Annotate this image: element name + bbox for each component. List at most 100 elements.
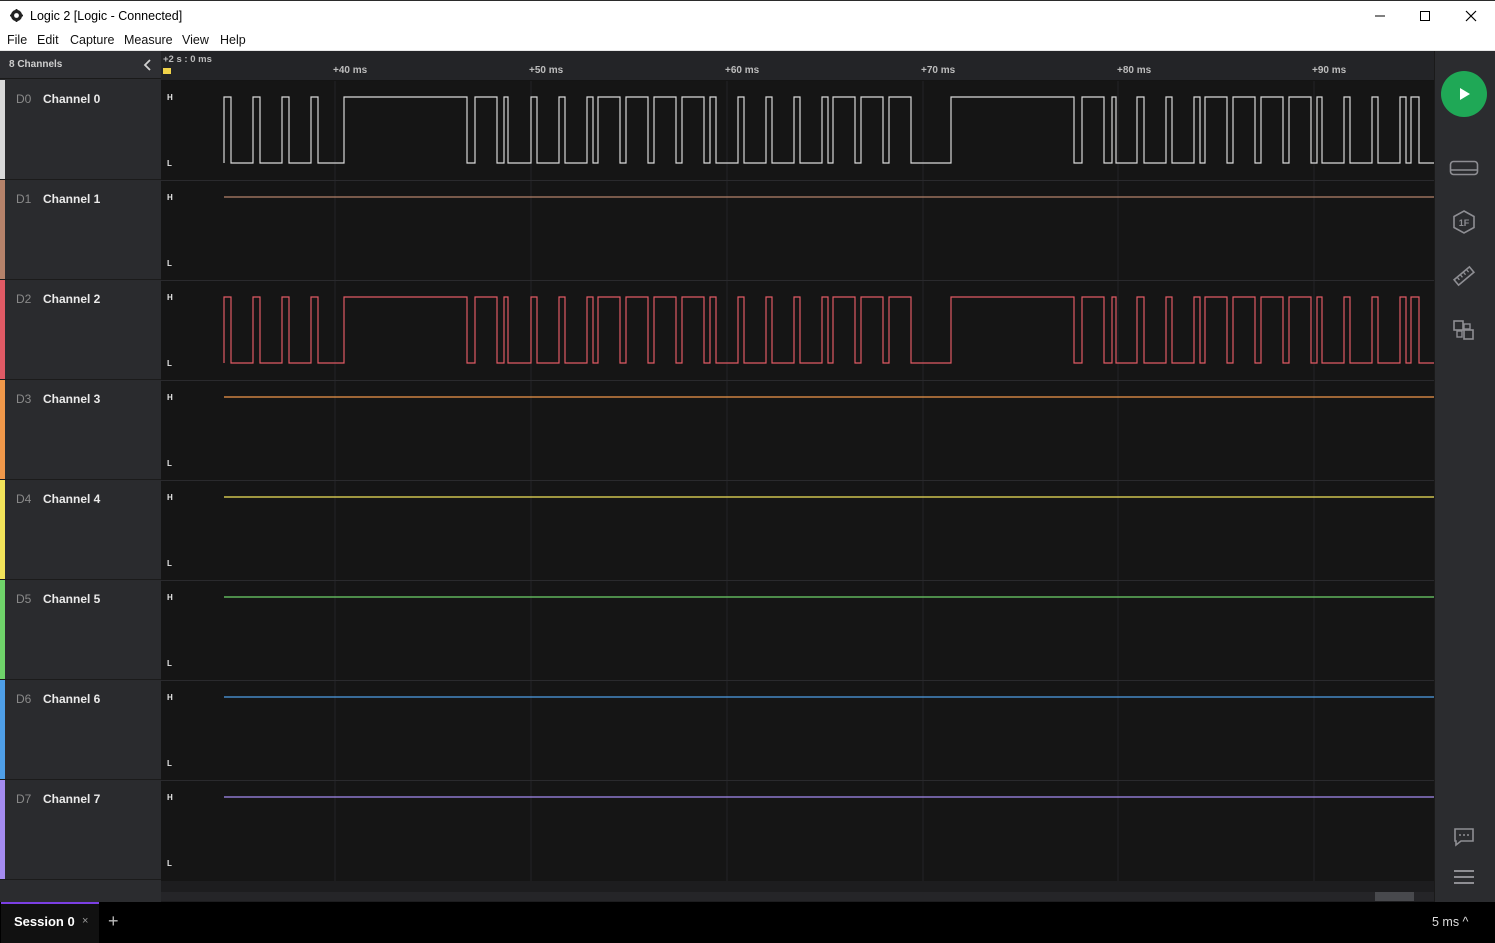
logic-app-icon bbox=[10, 9, 23, 22]
menu-view[interactable]: View bbox=[182, 33, 209, 47]
channel-row[interactable]: D0 Channel 0 bbox=[0, 80, 161, 180]
channel-name[interactable]: Channel 3 bbox=[43, 392, 100, 406]
session-tab-close-button[interactable]: × bbox=[82, 915, 88, 927]
channel-name[interactable]: Channel 4 bbox=[43, 492, 100, 506]
menu-capture[interactable]: Capture bbox=[70, 33, 114, 47]
feedback-button[interactable] bbox=[1449, 822, 1479, 852]
extensions-icon bbox=[1453, 320, 1474, 340]
time-origin-label: +2 s : 0 ms bbox=[163, 54, 212, 65]
level-high-label: H bbox=[167, 693, 173, 702]
tick-label: +40 ms bbox=[333, 65, 368, 76]
close-icon bbox=[1465, 10, 1477, 22]
analyzer-icon: 1F bbox=[1453, 210, 1475, 234]
tick-label: +90 ms bbox=[1312, 65, 1347, 76]
session-tab-label: Session 0 bbox=[14, 914, 75, 929]
channel-id: D0 bbox=[16, 92, 32, 106]
maximize-icon bbox=[1420, 11, 1430, 21]
channel-name[interactable]: Channel 5 bbox=[43, 592, 100, 606]
level-low-label: L bbox=[167, 359, 172, 368]
maximize-button[interactable] bbox=[1402, 1, 1448, 31]
scrollbar-track[interactable] bbox=[161, 892, 1434, 901]
channel-row[interactable]: D2 Channel 2 bbox=[0, 280, 161, 380]
level-high-label: H bbox=[167, 193, 173, 202]
horizontal-scrollbar[interactable] bbox=[161, 881, 1434, 902]
ruler-icon bbox=[1452, 265, 1476, 287]
tick-label: +70 ms bbox=[921, 65, 956, 76]
channel-panel: 8 Channels D0 Channel 0 D1 Channel 1 D2 Chann… bbox=[0, 51, 161, 902]
tick-label: +50 ms bbox=[529, 65, 564, 76]
minimize-icon bbox=[1375, 15, 1385, 17]
channel-id: D7 bbox=[16, 792, 32, 806]
menu-bar: File Edit Capture Measure View Help bbox=[0, 31, 1495, 51]
channel-color-swatch[interactable] bbox=[0, 580, 5, 679]
right-sidebar: 1F bbox=[1434, 51, 1495, 902]
device-settings-button[interactable] bbox=[1449, 153, 1479, 183]
channel-color-swatch[interactable] bbox=[0, 280, 5, 379]
channel-id: D6 bbox=[16, 692, 32, 706]
channel-id: D2 bbox=[16, 292, 32, 306]
menu-help[interactable]: Help bbox=[220, 33, 246, 47]
channel-name[interactable]: Channel 0 bbox=[43, 92, 100, 106]
channel-color-swatch[interactable] bbox=[0, 380, 5, 479]
waveform-trace bbox=[223, 96, 1434, 164]
channel-id: D3 bbox=[16, 392, 32, 406]
channel-id: D5 bbox=[16, 592, 32, 606]
zoom-level[interactable]: 5 ms ^ bbox=[1432, 915, 1468, 929]
chevron-left-icon[interactable] bbox=[141, 57, 155, 73]
waveform-trace bbox=[223, 296, 1434, 364]
add-session-button[interactable]: + bbox=[108, 911, 119, 932]
channel-panel-header: 8 Channels bbox=[0, 51, 161, 79]
level-low-label: L bbox=[167, 159, 172, 168]
waveform-area[interactable]: H L H L H L H L H L H L H L H L bbox=[161, 81, 1434, 881]
channel-color-swatch[interactable] bbox=[0, 180, 5, 279]
extensions-button[interactable] bbox=[1449, 315, 1479, 345]
menu-measure[interactable]: Measure bbox=[124, 33, 173, 47]
channel-color-swatch[interactable] bbox=[0, 480, 5, 579]
session-tab[interactable]: Session 0 × bbox=[1, 902, 99, 943]
chat-icon bbox=[1454, 828, 1474, 847]
logic2-app: Logic 2 [Logic - Connected] File Edit Ca… bbox=[0, 0, 1495, 943]
channel-row[interactable]: D3 Channel 3 bbox=[0, 380, 161, 480]
channel-color-swatch[interactable] bbox=[0, 780, 5, 879]
menu-file[interactable]: File bbox=[7, 33, 27, 47]
analyzers-button[interactable]: 1F bbox=[1449, 207, 1479, 237]
channel-name[interactable]: Channel 7 bbox=[43, 792, 100, 806]
channel-row[interactable]: D1 Channel 1 bbox=[0, 180, 161, 280]
scrollbar-thumb[interactable] bbox=[1375, 892, 1414, 901]
level-high-label: H bbox=[167, 593, 173, 602]
level-low-label: L bbox=[167, 659, 172, 668]
level-high-label: H bbox=[167, 93, 173, 102]
channel-name[interactable]: Channel 2 bbox=[43, 292, 100, 306]
channel-count: 8 Channels bbox=[9, 59, 63, 70]
level-high-label: H bbox=[167, 393, 173, 402]
channel-id: D4 bbox=[16, 492, 32, 506]
session-bar: Session 0 × + 5 ms ^ bbox=[0, 902, 1495, 943]
session-tab-accent bbox=[1, 902, 99, 904]
channel-name[interactable]: Channel 6 bbox=[43, 692, 100, 706]
level-low-label: L bbox=[167, 259, 172, 268]
level-high-label: H bbox=[167, 293, 173, 302]
window-title: Logic 2 [Logic - Connected] bbox=[30, 9, 183, 23]
channel-row[interactable]: D5 Channel 5 bbox=[0, 580, 161, 680]
play-icon bbox=[1460, 88, 1470, 100]
timeline-ruler[interactable]: +2 s : 0 ms +40 ms +50 ms +60 ms +70 ms … bbox=[161, 51, 1434, 81]
time-origin-marker[interactable] bbox=[163, 68, 171, 74]
level-low-label: L bbox=[167, 559, 172, 568]
channel-row[interactable]: D6 Channel 6 bbox=[0, 680, 161, 780]
device-icon bbox=[1449, 160, 1479, 176]
menu-edit[interactable]: Edit bbox=[37, 33, 59, 47]
start-capture-button[interactable] bbox=[1441, 71, 1487, 117]
level-low-label: L bbox=[167, 459, 172, 468]
channel-color-swatch[interactable] bbox=[0, 680, 5, 779]
level-low-label: L bbox=[167, 759, 172, 768]
minimize-button[interactable] bbox=[1357, 1, 1403, 31]
channel-color-swatch[interactable] bbox=[0, 80, 5, 179]
channel-row[interactable]: D7 Channel 7 bbox=[0, 780, 161, 880]
measurements-button[interactable] bbox=[1449, 261, 1479, 291]
close-button[interactable] bbox=[1448, 1, 1494, 31]
level-high-label: H bbox=[167, 493, 173, 502]
channel-name[interactable]: Channel 1 bbox=[43, 192, 100, 206]
channel-row[interactable]: D4 Channel 4 bbox=[0, 480, 161, 580]
main-menu-button[interactable] bbox=[1449, 862, 1479, 892]
svg-text:1F: 1F bbox=[1459, 218, 1470, 228]
